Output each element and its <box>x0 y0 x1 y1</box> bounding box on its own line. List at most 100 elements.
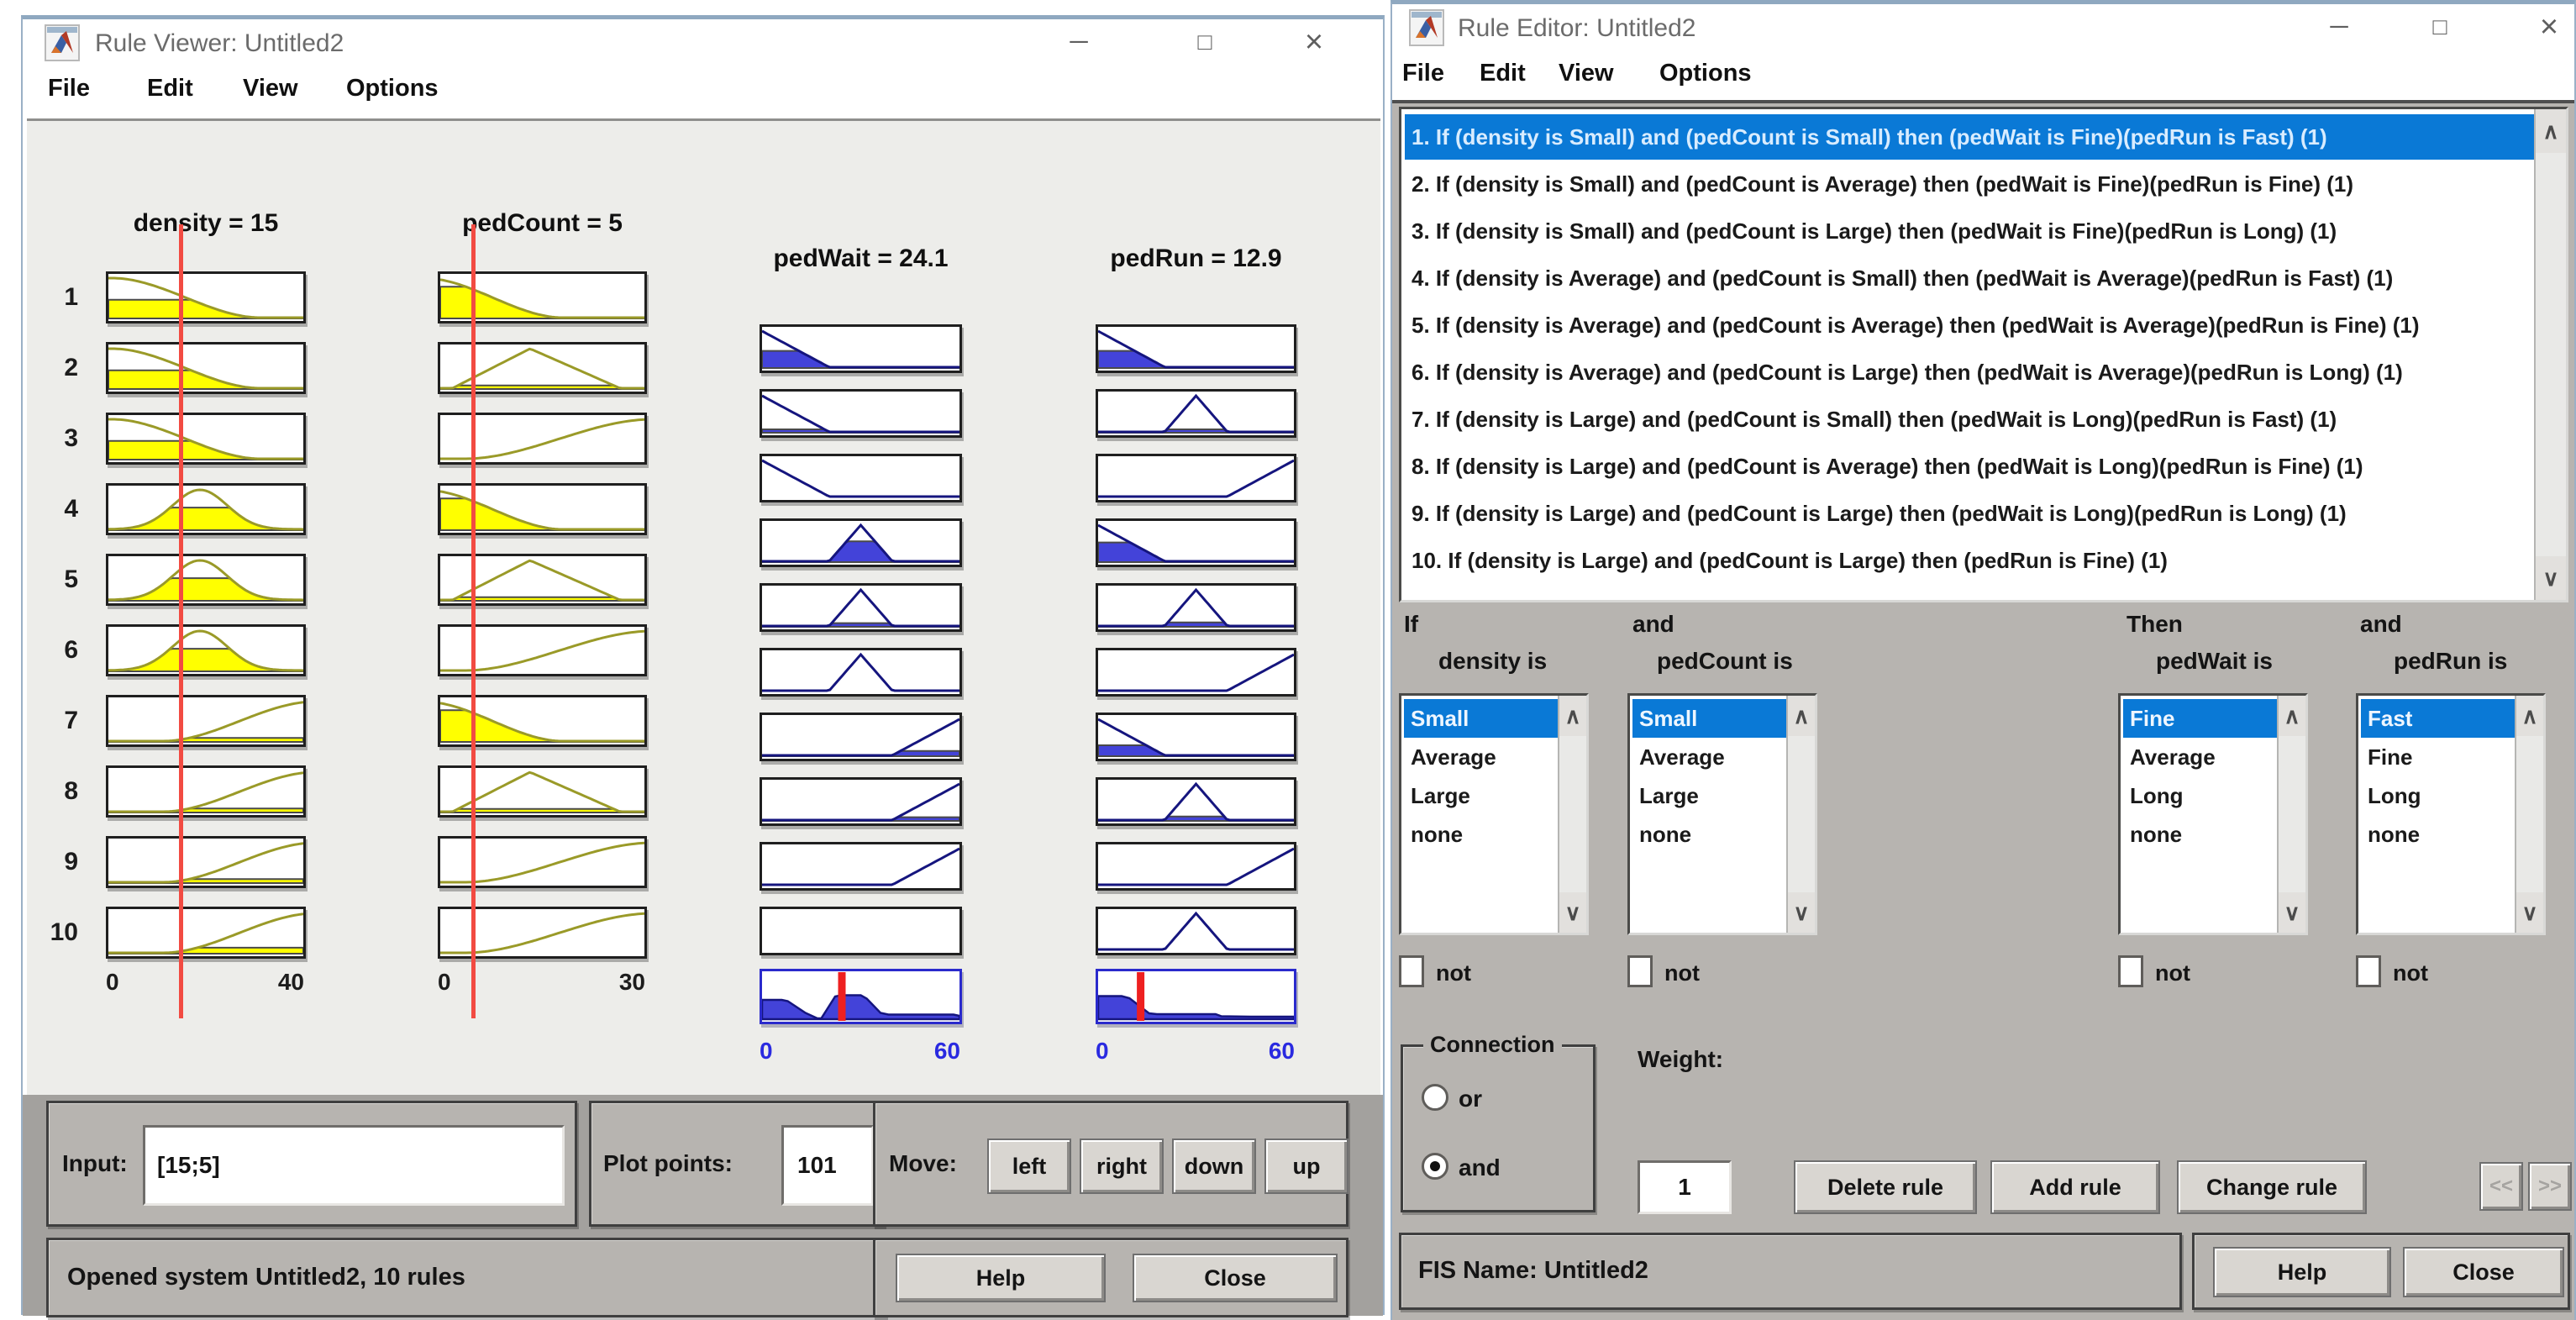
close-icon[interactable]: × <box>1290 19 1338 65</box>
rule-item-4[interactable]: 4. If (density is Average) and (pedCount… <box>1405 255 2536 301</box>
rule-row-label: 1 <box>31 283 78 312</box>
button-change-rule[interactable]: Change rule <box>2177 1160 2367 1214</box>
help-button[interactable]: Help <box>896 1254 1106 1302</box>
move-up-button[interactable]: up <box>1264 1139 1348 1194</box>
scroll-up-icon[interactable]: ∧ <box>2279 696 2305 736</box>
menu-item-file[interactable]: File <box>48 75 90 103</box>
scroll-up-icon[interactable]: ∧ <box>1559 696 1586 736</box>
rule-item-1[interactable]: 1. If (density is Small) and (pedCount i… <box>1405 114 2536 160</box>
scroll-down-icon[interactable]: ∨ <box>2536 556 2566 600</box>
rule-item-3[interactable]: 3. If (density is Small) and (pedCount i… <box>1405 208 2536 254</box>
move-down-button[interactable]: down <box>1172 1139 1256 1194</box>
scroll-up-icon[interactable]: ∧ <box>2516 696 2543 736</box>
membership-plot-pedwait-rule8 <box>760 777 962 826</box>
menu-item-view[interactable]: View <box>243 75 298 103</box>
not-checkbox[interactable] <box>1399 955 1424 987</box>
rule-list-scrollbar[interactable]: ∧∨ <box>2534 109 2566 600</box>
membership-plot-pedcount-rule8 <box>438 765 647 818</box>
not-checkbox[interactable] <box>1627 955 1653 987</box>
rule-row-label: 7 <box>31 707 78 735</box>
scroll-down-icon[interactable]: ∨ <box>1559 892 1586 933</box>
weight-field[interactable]: 1 <box>1638 1160 1732 1214</box>
not-checkbox[interactable] <box>2118 955 2143 987</box>
move-left-button[interactable]: left <box>987 1139 1071 1194</box>
rule-viewer-titlebar[interactable]: Rule Viewer: Untitled2 ─ □ × <box>23 19 1383 68</box>
minimize-icon[interactable]: ─ <box>1054 19 1103 65</box>
rule-item-9[interactable]: 9. If (density is Large) and (pedCount i… <box>1405 491 2536 536</box>
rule-item-7[interactable]: 7. If (density is Large) and (pedCount i… <box>1405 397 2536 442</box>
screenshot-stage: Rule Viewer: Untitled2 ─ □ × File Edit View O… <box>0 0 2576 1320</box>
listbox-option-none[interactable]: none <box>1404 815 1564 854</box>
listbox-option-average[interactable]: Average <box>1404 738 1564 776</box>
not-checkbox[interactable] <box>2356 955 2381 987</box>
help-button[interactable]: Help <box>2213 1247 2391 1297</box>
rule-row-label: 8 <box>31 777 78 806</box>
maximize-icon[interactable]: □ <box>1180 19 1229 65</box>
listbox-option-long[interactable]: Long <box>2123 776 2283 815</box>
menu-item-file[interactable]: File <box>1402 60 1444 87</box>
listbox-option-large[interactable]: Large <box>1404 776 1564 815</box>
minimize-icon[interactable]: ─ <box>2315 4 2363 50</box>
listbox-scrollbar[interactable]: ∧∨ <box>2277 696 2305 933</box>
membership-plot-pedwait-rule6 <box>760 648 962 697</box>
listbox-scrollbar[interactable]: ∧∨ <box>1786 696 1815 933</box>
scroll-up-icon[interactable]: ∧ <box>2536 109 2566 153</box>
menu-item-view[interactable]: View <box>1559 60 1614 87</box>
membership-plot-pedrun-rule1 <box>1096 324 1296 373</box>
move-label: Move: <box>889 1150 957 1177</box>
maximize-icon[interactable]: □ <box>2416 4 2464 50</box>
nav-next-button[interactable]: >> <box>2528 1162 2572 1211</box>
connection-radio-and[interactable] <box>1422 1153 1448 1180</box>
button-delete-rule[interactable]: Delete rule <box>1794 1160 1977 1214</box>
rule-item-6[interactable]: 6. If (density is Average) and (pedCount… <box>1405 350 2536 395</box>
menu-item-edit[interactable]: Edit <box>147 75 193 103</box>
scroll-down-icon[interactable]: ∨ <box>1788 892 1815 933</box>
axis-min-label: 0 <box>760 1038 810 1065</box>
listbox-option-average[interactable]: Average <box>1632 738 1792 776</box>
rule-editor-titlebar[interactable]: Rule Editor: Untitled2 ─□× <box>1392 4 2574 53</box>
menu-item-options[interactable]: Options <box>1659 60 1752 87</box>
fis-name-text: FIS Name: Untitled2 <box>1418 1257 1648 1285</box>
plot-points-field[interactable]: 101 <box>781 1125 874 1206</box>
scroll-down-icon[interactable]: ∨ <box>2516 892 2543 933</box>
listbox-option-average[interactable]: Average <box>2123 738 2283 776</box>
rule-item-8[interactable]: 8. If (density is Large) and (pedCount i… <box>1405 444 2536 489</box>
rule-viewer-title: Rule Viewer: Untitled2 <box>95 29 344 58</box>
listbox-scrollbar[interactable]: ∧∨ <box>2515 696 2543 933</box>
listbox-option-small[interactable]: Small <box>1404 699 1564 738</box>
weight-label: Weight: <box>1638 1046 1723 1073</box>
membership-plot-density-rule4 <box>106 483 306 535</box>
scroll-down-icon[interactable]: ∨ <box>2279 892 2305 933</box>
rule-row-label: 10 <box>31 918 78 947</box>
menu-item-options[interactable]: Options <box>346 75 439 103</box>
listbox-scrollbar[interactable]: ∧∨ <box>1558 696 1586 933</box>
variable-label-density: density is <box>1438 648 1547 678</box>
listbox-option-none[interactable]: none <box>1632 815 1792 854</box>
close-button[interactable]: Close <box>2403 1247 2564 1297</box>
scroll-up-icon[interactable]: ∧ <box>1788 696 1815 736</box>
button-add-rule[interactable]: Add rule <box>1990 1160 2160 1214</box>
input-value-line-pedcount[interactable] <box>471 224 476 1018</box>
listbox-option-fast[interactable]: Fast <box>2361 699 2521 738</box>
listbox-option-none[interactable]: none <box>2361 815 2521 854</box>
aggregate-output-plot-pedwait <box>760 969 962 1024</box>
close-button[interactable]: Close <box>1133 1254 1338 1302</box>
listbox-option-long[interactable]: Long <box>2361 776 2521 815</box>
listbox-option-fine[interactable]: Fine <box>2361 738 2521 776</box>
close-icon[interactable]: × <box>2525 4 2573 50</box>
nav-prev-button[interactable]: << <box>2479 1162 2523 1211</box>
listbox-option-large[interactable]: Large <box>1632 776 1792 815</box>
rule-item-2[interactable]: 2. If (density is Small) and (pedCount i… <box>1405 161 2536 207</box>
input-value-line-density[interactable] <box>179 224 183 1018</box>
connection-radio-or[interactable] <box>1422 1084 1448 1111</box>
move-right-button[interactable]: right <box>1080 1139 1164 1194</box>
input-field[interactable]: [15;5] <box>143 1125 565 1206</box>
menu-item-edit[interactable]: Edit <box>1480 60 1526 87</box>
listbox-option-fine[interactable]: Fine <box>2123 699 2283 738</box>
rule-item-5[interactable]: 5. If (density is Average) and (pedCount… <box>1405 302 2536 348</box>
rule-item-10[interactable]: 10. If (density is Large) and (pedCount … <box>1405 538 2536 583</box>
not-checkbox-label: not <box>1436 960 1471 986</box>
listbox-option-none[interactable]: none <box>2123 815 2283 854</box>
listbox-option-small[interactable]: Small <box>1632 699 1792 738</box>
fis-name-groupbox: FIS Name: Untitled2 <box>1399 1233 2182 1310</box>
